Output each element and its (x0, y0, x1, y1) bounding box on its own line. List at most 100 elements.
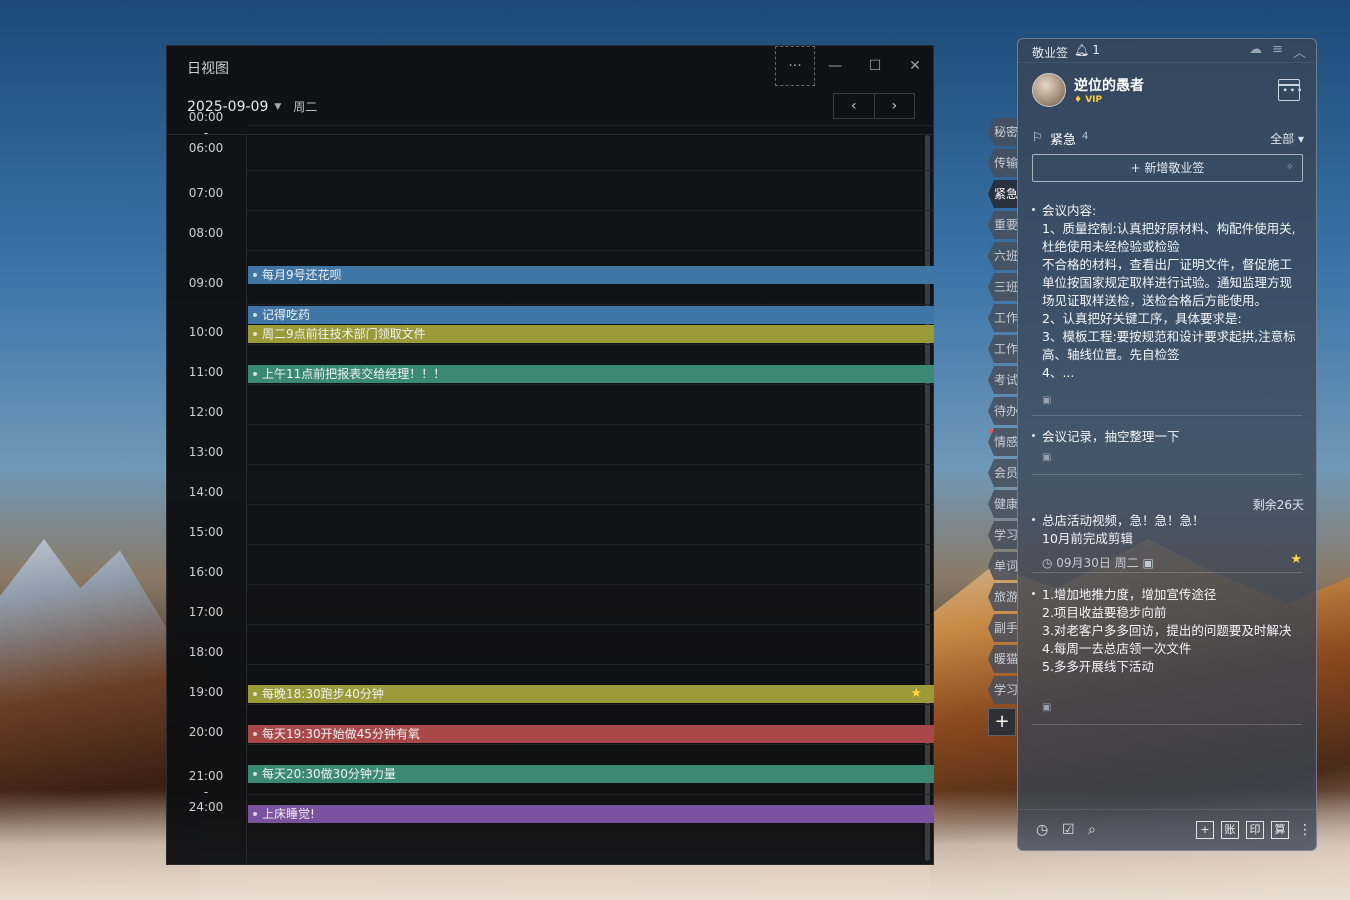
time-column: 00:00-06:00 07:00 08:00 09:00 10:00 11:00 12:0… (167, 110, 247, 865)
bookmark-icon: ⚐ (1032, 130, 1043, 144)
hour-gridline (247, 304, 933, 305)
bullet-icon (1032, 518, 1035, 521)
calendar-event[interactable]: 每天19:30开始做45分钟有氧 (248, 725, 934, 743)
search-icon[interactable]: ⌕ (1088, 822, 1096, 838)
hour-gridline (247, 624, 933, 625)
due-date: ◷ 09月30日 周二 ▣ (1042, 556, 1154, 570)
category-tab[interactable]: 考试 (988, 366, 1018, 394)
caret-down-icon: ▼ (274, 101, 282, 112)
calendar-event[interactable]: 周二9点前往技术部门领取文件 (248, 325, 934, 343)
note-divider (1032, 724, 1302, 725)
event-title: 上午11点前把报表交给经理！！！ (262, 367, 446, 381)
more-icon[interactable]: ··· (775, 46, 815, 86)
hour-gridline (247, 744, 933, 745)
event-dot-icon (253, 313, 257, 317)
prev-day-button[interactable]: ‹ (834, 94, 875, 118)
calendar-event[interactable]: 每天20:30做30分钟力量 (248, 765, 934, 783)
time-label: 19:00 (188, 685, 224, 699)
sparkle-icon: ✧ (1285, 162, 1294, 173)
time-label: 08:00 (188, 226, 224, 240)
clock-icon[interactable]: ◷ (1036, 822, 1048, 838)
hour-gridline (247, 170, 933, 171)
minimize-icon[interactable]: — (823, 46, 847, 86)
time-label: 24:00 (188, 800, 224, 814)
category-tab[interactable]: 秘密 (988, 118, 1018, 146)
note-divider (1032, 572, 1302, 573)
category-tab[interactable]: 会员 (988, 459, 1018, 487)
category-tab[interactable]: 传输 (988, 149, 1018, 177)
category-row: ⚐ 紧急 4 全部 ▾ (1032, 129, 1304, 148)
add-note-button[interactable]: + 新增敬业签 ✧ (1032, 154, 1303, 182)
bullet-icon (1032, 208, 1035, 211)
hour-gridline (247, 344, 933, 345)
note-item[interactable]: 1.增加地推力度，增加宣传途径 2.项目收益要稳步向前 3.对老客户多多回访，提… (1032, 586, 1304, 725)
hour-gridline (247, 210, 933, 211)
notification-button[interactable]: 🔔︎ 1 (1074, 43, 1100, 57)
attachment-icon[interactable]: ▣ (1042, 452, 1051, 463)
avatar[interactable] (1032, 73, 1066, 107)
event-title: 每月9号还花呗 (262, 268, 342, 282)
note-item[interactable]: 剩余26天 总店活动视频，急！急！急！ 10月前完成剪辑 ◷ 09月30日 周二 ▣… (1032, 498, 1304, 573)
scrollbar[interactable] (925, 135, 930, 861)
print-button[interactable]: 印 (1246, 821, 1264, 839)
close-icon[interactable]: ✕ (903, 46, 927, 86)
category-tab[interactable]: 紧急 (988, 180, 1018, 208)
star-icon[interactable]: ★ (910, 685, 922, 703)
category-tab[interactable]: 六班 (988, 242, 1018, 270)
add-category-button[interactable]: + (988, 708, 1016, 736)
calendar-icon[interactable] (1278, 79, 1304, 101)
add-box-button[interactable]: + (1196, 821, 1214, 839)
category-tab[interactable]: 工作 (988, 335, 1018, 363)
menu-icon[interactable]: ≡ (1272, 42, 1283, 61)
note-item[interactable]: 会议记录，抽空整理一下 ▣ (1032, 428, 1304, 475)
category-tab[interactable]: 暖猫 (988, 645, 1018, 673)
calculator-button[interactable]: 算 (1271, 821, 1289, 839)
hour-gridline (247, 125, 933, 126)
category-tab[interactable]: 重要 (988, 211, 1018, 239)
category-tab[interactable]: 学习 (988, 676, 1018, 704)
category-tab[interactable]: 单词 (988, 552, 1018, 580)
category-tab[interactable]: 健康 (988, 490, 1018, 518)
attachment-icon[interactable]: ▣ (1042, 395, 1051, 406)
filter-label: 全部 (1270, 132, 1295, 146)
filter-dropdown[interactable]: 全部 ▾ (1270, 130, 1304, 147)
calendar-event[interactable]: 记得吃药 (248, 306, 934, 324)
attachment-icon[interactable]: ▣ (1042, 702, 1051, 713)
calendar-event[interactable]: 上床睡觉! (248, 805, 934, 823)
event-dot-icon (253, 772, 257, 776)
category-tab[interactable]: 副手 (988, 614, 1018, 642)
event-title: 每晚18:30跑步40分钟 (262, 687, 384, 701)
remaining-days: 剩余26天 (1252, 498, 1304, 512)
note-text: 会议内容: 1、质量控制:认真把好原材料、构配件使用关,杜绝使用未经检验或检验 … (1042, 203, 1296, 380)
event-title: 上床睡觉! (262, 807, 315, 821)
category-tab[interactable]: 学习 (988, 521, 1018, 549)
time-label: 09:00 (188, 276, 224, 290)
category-tab[interactable]: 旅游 (988, 583, 1018, 611)
note-item[interactable]: 会议内容: 1、质量控制:认真把好原材料、构配件使用关,杜绝使用未经检验或检验 … (1032, 202, 1304, 416)
diamond-icon: ♦ (1074, 95, 1083, 105)
event-dot-icon (253, 692, 257, 696)
more-vertical-icon[interactable]: ⋮ (1298, 822, 1312, 838)
checklist-icon[interactable]: ☑ (1062, 822, 1075, 838)
cloud-sync-icon[interactable]: ☁ (1249, 42, 1262, 61)
calendar-event[interactable]: 每月9号还花呗 (248, 266, 934, 284)
event-dot-icon (253, 372, 257, 376)
timeline-grid: 00:00-06:00 07:00 08:00 09:00 10:00 11:00 12:0… (167, 110, 934, 865)
category-tab[interactable]: 工作 (988, 304, 1018, 332)
hour-gridline (247, 424, 933, 425)
time-label: 16:00 (188, 565, 224, 579)
category-tab[interactable]: 三班 (988, 273, 1018, 301)
ledger-button[interactable]: 账 (1221, 821, 1239, 839)
maximize-icon[interactable]: ☐ (863, 46, 887, 86)
collapse-icon[interactable]: ︿ (1293, 42, 1306, 61)
calendar-event[interactable]: 每晚18:30跑步40分钟 ★ (248, 685, 934, 703)
time-label: 00:00 (188, 110, 224, 124)
time-label: 17:00 (188, 605, 224, 619)
next-day-button[interactable]: › (875, 94, 915, 118)
hour-gridline (247, 250, 933, 251)
calendar-event[interactable]: 上午11点前把报表交给经理！！！ (248, 365, 934, 383)
category-tab[interactable]: 待办 (988, 397, 1018, 425)
bullet-icon (1032, 592, 1035, 595)
star-icon[interactable]: ★ (1290, 552, 1302, 567)
panel-header: 敬业签 🔔︎ 1 ☁ ≡ ︿ (1018, 39, 1316, 63)
